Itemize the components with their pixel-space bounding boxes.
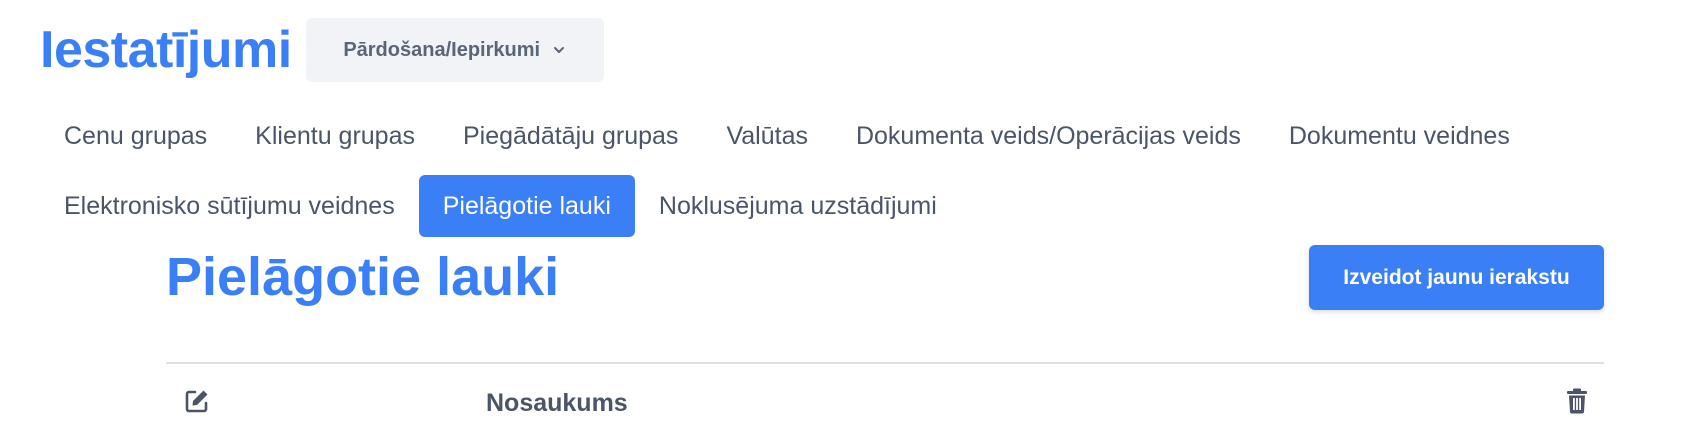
tab-pielagotie-lauki[interactable]: Pielāgotie lauki	[418, 175, 635, 237]
page-header: Iestatījumi Pārdošana/Iepirkumi	[40, 18, 604, 82]
create-record-button[interactable]: Izveidot jaunu ierakstu	[1309, 245, 1604, 310]
tab-cenu-grupas[interactable]: Cenu grupas	[40, 105, 231, 167]
tab-dokumenta-veids[interactable]: Dokumenta veids/Operācijas veids	[832, 105, 1265, 167]
tab-klientu-grupas[interactable]: Klientu grupas	[231, 105, 439, 167]
tab-valutas[interactable]: Valūtas	[702, 105, 832, 167]
tab-row-1: Cenu grupas Klientu grupas Piegādātāju g…	[40, 104, 1600, 168]
edit-column-header	[166, 388, 486, 419]
name-column-header[interactable]: Nosaukums	[486, 389, 1544, 418]
page-title: Pielāgotie lauki	[166, 247, 560, 307]
module-select[interactable]: Pārdošana/Iepirkumi	[305, 18, 604, 82]
table-header-row: Nosaukums	[166, 364, 1604, 442]
tab-noklusejuma-uzstadijumi[interactable]: Noklusējuma uzstādījumi	[635, 175, 961, 237]
delete-column-header	[1544, 388, 1604, 419]
app-title: Iestatījumi	[40, 21, 292, 79]
tab-elektronisko-sutijumu-veidnes[interactable]: Elektronisko sūtījumu veidnes	[40, 175, 419, 237]
edit-icon	[184, 388, 210, 419]
trash-icon	[1566, 388, 1588, 419]
module-select-value: Pārdošana/Iepirkumi	[343, 38, 541, 61]
chevron-down-icon	[552, 43, 566, 57]
custom-fields-table: Nosaukums	[166, 362, 1604, 442]
tab-row-2: Elektronisko sūtījumu veidnes Pielāgotie…	[40, 174, 1600, 238]
tab-dokumentu-veidnes[interactable]: Dokumentu veidnes	[1265, 105, 1534, 167]
settings-tabs: Cenu grupas Klientu grupas Piegādātāju g…	[40, 104, 1600, 238]
tab-piegadataju-grupas[interactable]: Piegādātāju grupas	[439, 105, 702, 167]
